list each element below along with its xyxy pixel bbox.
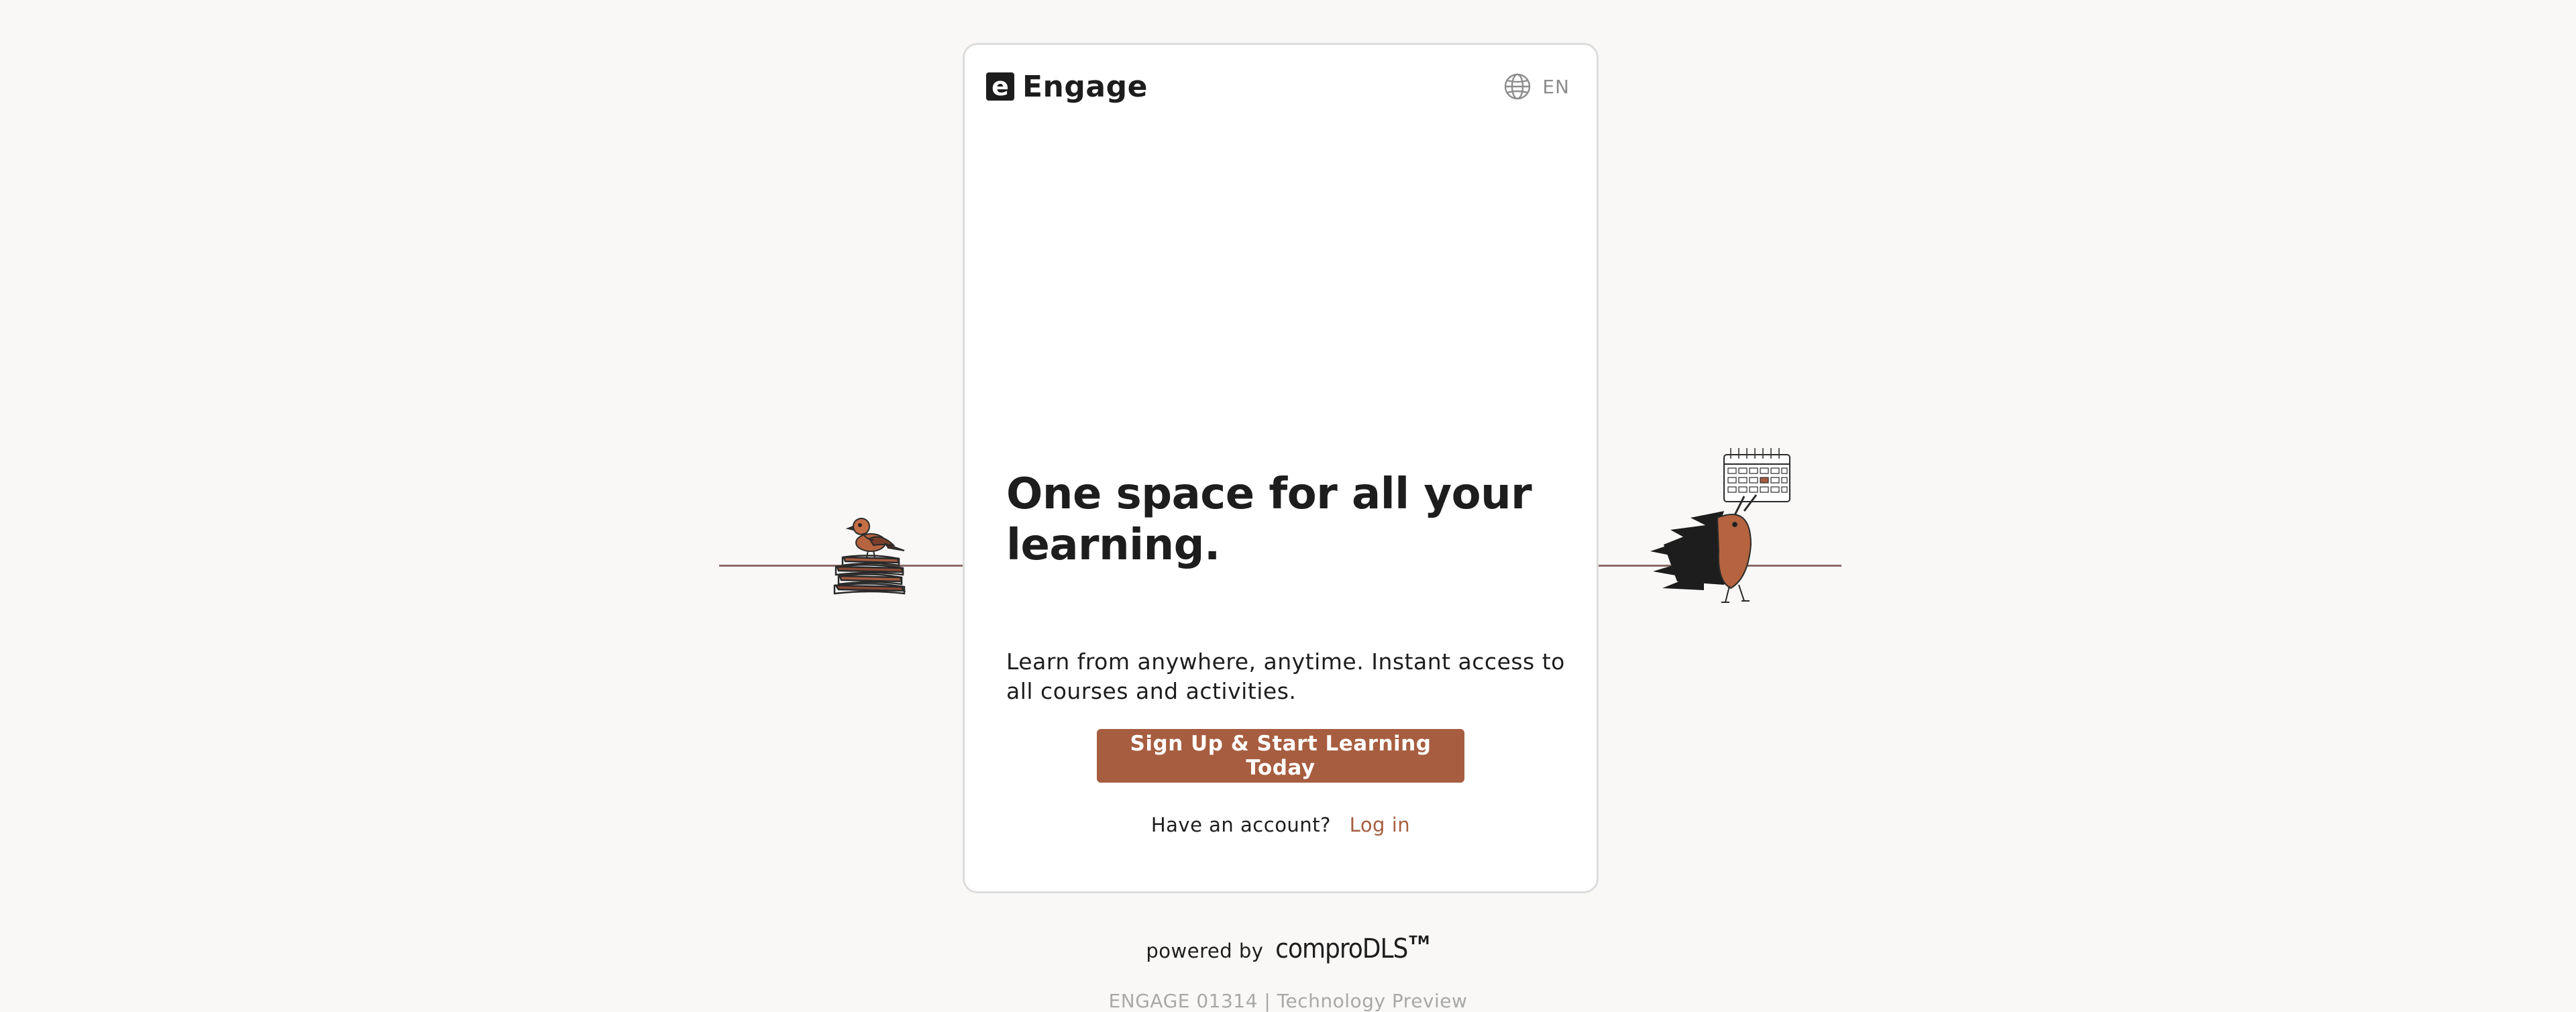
powered-by-label: powered by bbox=[1146, 940, 1264, 962]
page-title: One space for all your learning. bbox=[1006, 469, 1532, 570]
version-label: ENGAGE 01314 | Technology Preview bbox=[1108, 990, 1468, 1012]
page-subtitle: Learn from anywhere, anytime. Instant ac… bbox=[1006, 649, 1565, 704]
login-link[interactable]: Log in bbox=[1350, 813, 1410, 836]
powered-by: powered by comproDLS TM bbox=[0, 934, 2576, 964]
books-with-bird-illustration bbox=[833, 518, 906, 595]
engage-logo-icon: e bbox=[986, 72, 1014, 101]
language-code: EN bbox=[1542, 75, 1570, 98]
trademark-mark: TM bbox=[1409, 934, 1430, 948]
globe-icon bbox=[1505, 73, 1531, 100]
language-selector[interactable]: EN bbox=[1503, 72, 1570, 101]
card-header: e Engage EN bbox=[986, 66, 1570, 107]
landing-page: e Engage EN One space for all your learn… bbox=[0, 0, 2576, 1012]
brand: e Engage bbox=[986, 70, 1148, 104]
login-row: Have an account? Log in bbox=[965, 813, 1597, 836]
signup-button[interactable]: Sign Up & Start Learning Today bbox=[1097, 729, 1464, 783]
login-prompt: Have an account? bbox=[1150, 813, 1331, 836]
comprodls-logo: comproDLS bbox=[1275, 934, 1408, 964]
hedgehog-holding-calendar-illustration bbox=[1650, 448, 1790, 603]
signup-card: e Engage EN One space for all your learn… bbox=[963, 43, 1599, 893]
brand-name: Engage bbox=[1022, 69, 1148, 104]
